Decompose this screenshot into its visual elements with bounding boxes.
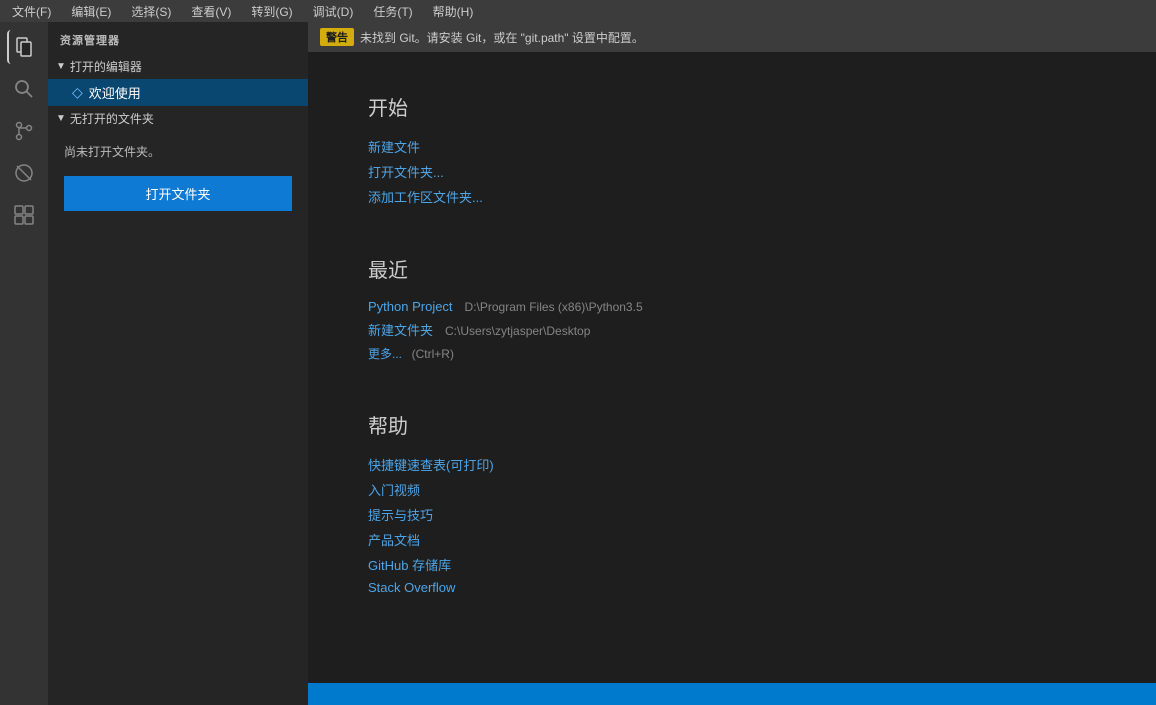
recent-item-1: 新建文件夹 C:\Users\zytjasper\Desktop: [368, 320, 1096, 339]
open-editors-section[interactable]: ▼ 打开的编辑器: [48, 54, 308, 79]
docs-link[interactable]: 产品文档: [368, 530, 1096, 549]
intro-videos-link[interactable]: 入门视频: [368, 480, 1096, 499]
menu-tasks[interactable]: 任务(T): [369, 3, 416, 20]
recent-section: 最近 Python Project D:\Program Files (x86)…: [368, 254, 1096, 362]
start-title: 开始: [368, 92, 1096, 121]
recent-name-1[interactable]: 新建文件夹: [368, 320, 433, 339]
no-folder-arrow: ▼: [56, 113, 66, 124]
new-file-link[interactable]: 新建文件: [368, 137, 1096, 156]
open-editors-arrow: ▼: [56, 61, 66, 72]
extensions-icon[interactable]: [7, 198, 41, 232]
recent-path-0: D:\Program Files (x86)\Python3.5: [465, 300, 643, 314]
warning-label: 警告: [320, 28, 354, 46]
menu-file[interactable]: 文件(F): [8, 3, 55, 20]
menu-debug[interactable]: 调试(D): [309, 3, 358, 20]
welcome-tab[interactable]: ◇ 欢迎使用: [48, 79, 308, 106]
no-folder-section[interactable]: ▼ 无打开的文件夹: [48, 106, 308, 131]
content-area: 警告 未找到 Git。请安装 Git，或在 "git.path" 设置中配置。 …: [308, 22, 1156, 705]
warning-message: 未找到 Git。请安装 Git，或在 "git.path" 设置中配置。: [360, 29, 644, 46]
main-container: 资源管理器 ▼ 打开的编辑器 ◇ 欢迎使用 ▼ 无打开的文件夹 尚未打开文件夹。…: [0, 22, 1156, 705]
recent-path-1: C:\Users\zytjasper\Desktop: [445, 324, 590, 338]
github-link[interactable]: GitHub 存储库: [368, 555, 1096, 574]
sidebar: 资源管理器 ▼ 打开的编辑器 ◇ 欢迎使用 ▼ 无打开的文件夹 尚未打开文件夹。…: [48, 22, 308, 705]
explorer-icon[interactable]: [7, 30, 41, 64]
sidebar-header: 资源管理器: [48, 22, 308, 54]
menu-view[interactable]: 查看(V): [187, 3, 235, 20]
titlebar: 文件(F) 编辑(E) 选择(S) 查看(V) 转到(G) 调试(D) 任务(T…: [0, 0, 1156, 22]
open-folder-button[interactable]: 打开文件夹: [64, 176, 292, 211]
search-icon[interactable]: [7, 72, 41, 106]
no-folder-label: 无打开的文件夹: [70, 110, 154, 127]
add-workspace-link[interactable]: 添加工作区文件夹...: [368, 187, 1096, 206]
recent-item-0: Python Project D:\Program Files (x86)\Py…: [368, 299, 1096, 314]
debug-icon[interactable]: [7, 156, 41, 190]
open-editors-label: 打开的编辑器: [70, 58, 142, 75]
activity-bar: [0, 22, 48, 705]
recent-title: 最近: [368, 254, 1096, 283]
status-bar: [308, 683, 1156, 705]
open-folder-link[interactable]: 打开文件夹...: [368, 162, 1096, 181]
keybindings-link[interactable]: 快捷键速查表(可打印): [368, 455, 1096, 474]
welcome-tab-label: 欢迎使用: [89, 83, 141, 102]
recent-name-0[interactable]: Python Project: [368, 299, 453, 314]
more-label: 更多...: [368, 347, 402, 361]
welcome-content: 开始 新建文件 打开文件夹... 添加工作区文件夹... 最近 Python P…: [308, 52, 1156, 683]
vscode-icon: ◇: [72, 84, 83, 101]
menu-edit[interactable]: 编辑(E): [67, 3, 115, 20]
titlebar-menu: 文件(F) 编辑(E) 选择(S) 查看(V) 转到(G) 调试(D) 任务(T…: [8, 3, 477, 20]
more-shortcut: (Ctrl+R): [412, 347, 454, 361]
menu-select[interactable]: 选择(S): [127, 3, 175, 20]
help-section: 帮助 快捷键速查表(可打印) 入门视频 提示与技巧 产品文档 GitHub 存储…: [368, 410, 1096, 595]
help-title: 帮助: [368, 410, 1096, 439]
tips-tricks-link[interactable]: 提示与技巧: [368, 505, 1096, 524]
more-recent-link[interactable]: 更多... (Ctrl+R): [368, 345, 1096, 362]
warning-bar: 警告 未找到 Git。请安装 Git，或在 "git.path" 设置中配置。: [308, 22, 1156, 52]
git-icon[interactable]: [7, 114, 41, 148]
stackoverflow-link[interactable]: Stack Overflow: [368, 580, 1096, 595]
menu-help[interactable]: 帮助(H): [429, 3, 478, 20]
start-section: 开始 新建文件 打开文件夹... 添加工作区文件夹...: [368, 92, 1096, 206]
no-folder-message: 尚未打开文件夹。: [48, 131, 308, 172]
menu-goto[interactable]: 转到(G): [247, 3, 296, 20]
